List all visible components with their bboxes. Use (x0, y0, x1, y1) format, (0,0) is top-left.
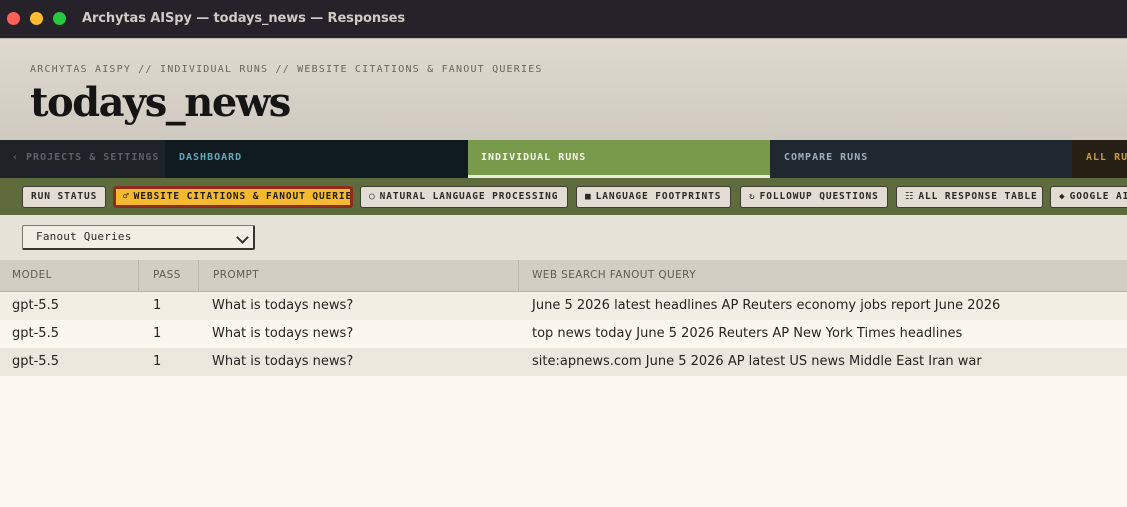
all-response-table-label: ALL RESPONSE TABLE (918, 191, 1038, 202)
cell-pass: 1 (153, 298, 162, 313)
cell-model: gpt-5.5 (12, 354, 59, 369)
diamond-icon: ◆ (1059, 191, 1066, 202)
cell-fanout-query: top news today June 5 2026 Reuters AP Ne… (532, 326, 963, 341)
cell-prompt: What is todays news? (212, 298, 354, 313)
tab-all-runs[interactable]: ALL RUNS (1072, 140, 1127, 178)
breadcrumb: ARCHYTAS AISPY // INDIVIDUAL RUNS // WEB… (30, 64, 543, 75)
natural-language-processing-button[interactable]: ○ NATURAL LANGUAGE PROCESSING (360, 186, 568, 208)
cell-fanout-query: June 5 2026 latest headlines AP Reuters … (532, 298, 1001, 313)
followup-questions-button[interactable]: ↻ FOLLOWUP QUESTIONS (740, 186, 888, 208)
square-icon: ■ (585, 191, 592, 202)
close-window-button[interactable] (7, 12, 20, 25)
run-status-button[interactable]: RUN STATUS (22, 186, 106, 208)
view-select[interactable]: Fanout Queries (22, 225, 255, 250)
table-icon: ☷ (905, 191, 915, 202)
google-ai-button[interactable]: ◆ GOOGLE AI (1050, 186, 1127, 208)
window-title: Archytas AISpy — todays_news — Responses (82, 11, 406, 26)
website-citations-label: WEBSITE CITATIONS & FANOUT QUERIES (133, 191, 353, 202)
col-header-model[interactable]: MODEL (12, 260, 52, 291)
view-select-value: Fanout Queries (36, 230, 132, 243)
tab-compare-runs[interactable]: COMPARE RUNS (770, 140, 1072, 178)
tab-individual-runs[interactable]: INDIVIDUAL RUNS (468, 140, 770, 178)
nlp-label: NATURAL LANGUAGE PROCESSING (379, 191, 559, 202)
run-status-label: RUN STATUS (31, 191, 98, 202)
controls-bar: Fanout Queries (0, 215, 1127, 260)
language-footprints-button[interactable]: ■ LANGUAGE FOOTPRINTS (576, 186, 731, 208)
cell-prompt: What is todays news? (212, 326, 354, 341)
cell-pass: 1 (153, 326, 162, 341)
col-header-prompt[interactable]: PROMPT (198, 260, 259, 291)
table-row[interactable]: gpt-5.5 1 What is todays news? top news … (0, 320, 1127, 348)
table-row[interactable]: gpt-5.5 1 What is todays news? site:apne… (0, 348, 1127, 376)
cell-prompt: What is todays news? (212, 354, 354, 369)
refresh-icon: ↻ (749, 191, 756, 202)
cell-pass: 1 (153, 354, 162, 369)
page-header: ARCHYTAS AISPY // INDIVIDUAL RUNS // WEB… (0, 38, 1127, 141)
language-footprints-label: LANGUAGE FOOTPRINTS (595, 191, 722, 202)
col-header-fanout-query[interactable]: WEB SEARCH FANOUT QUERY (518, 260, 696, 291)
table-header: MODEL PASS PROMPT WEB SEARCH FANOUT QUER… (0, 260, 1127, 292)
main-nav: ‹ PROJECTS & SETTINGS DASHBOARD INDIVIDU… (0, 140, 1127, 178)
maximize-window-button[interactable] (53, 12, 66, 25)
page-title: todays_news (30, 79, 291, 126)
male-symbol-icon: ♂ (123, 191, 130, 202)
circle-icon: ○ (369, 191, 376, 202)
cell-model: gpt-5.5 (12, 298, 59, 313)
followup-questions-label: FOLLOWUP QUESTIONS (759, 191, 879, 202)
cell-model: gpt-5.5 (12, 326, 59, 341)
cell-fanout-query: site:apnews.com June 5 2026 AP latest US… (532, 354, 982, 369)
minimize-window-button[interactable] (30, 12, 43, 25)
table-row[interactable]: gpt-5.5 1 What is todays news? June 5 20… (0, 292, 1127, 320)
website-citations-fanout-button[interactable]: ♂ WEBSITE CITATIONS & FANOUT QUERIES (113, 186, 353, 208)
all-response-table-button[interactable]: ☷ ALL RESPONSE TABLE (896, 186, 1043, 208)
tab-projects-settings[interactable]: ‹ PROJECTS & SETTINGS (0, 140, 165, 178)
tab-dashboard[interactable]: DASHBOARD (165, 140, 468, 178)
sub-nav: RUN STATUS ♂ WEBSITE CITATIONS & FANOUT Q… (0, 178, 1127, 215)
col-header-pass[interactable]: PASS (138, 260, 181, 291)
window-titlebar: Archytas AISpy — todays_news — Responses (0, 0, 1127, 38)
chevron-down-icon (236, 231, 249, 244)
google-ai-label: GOOGLE AI (1069, 191, 1127, 202)
